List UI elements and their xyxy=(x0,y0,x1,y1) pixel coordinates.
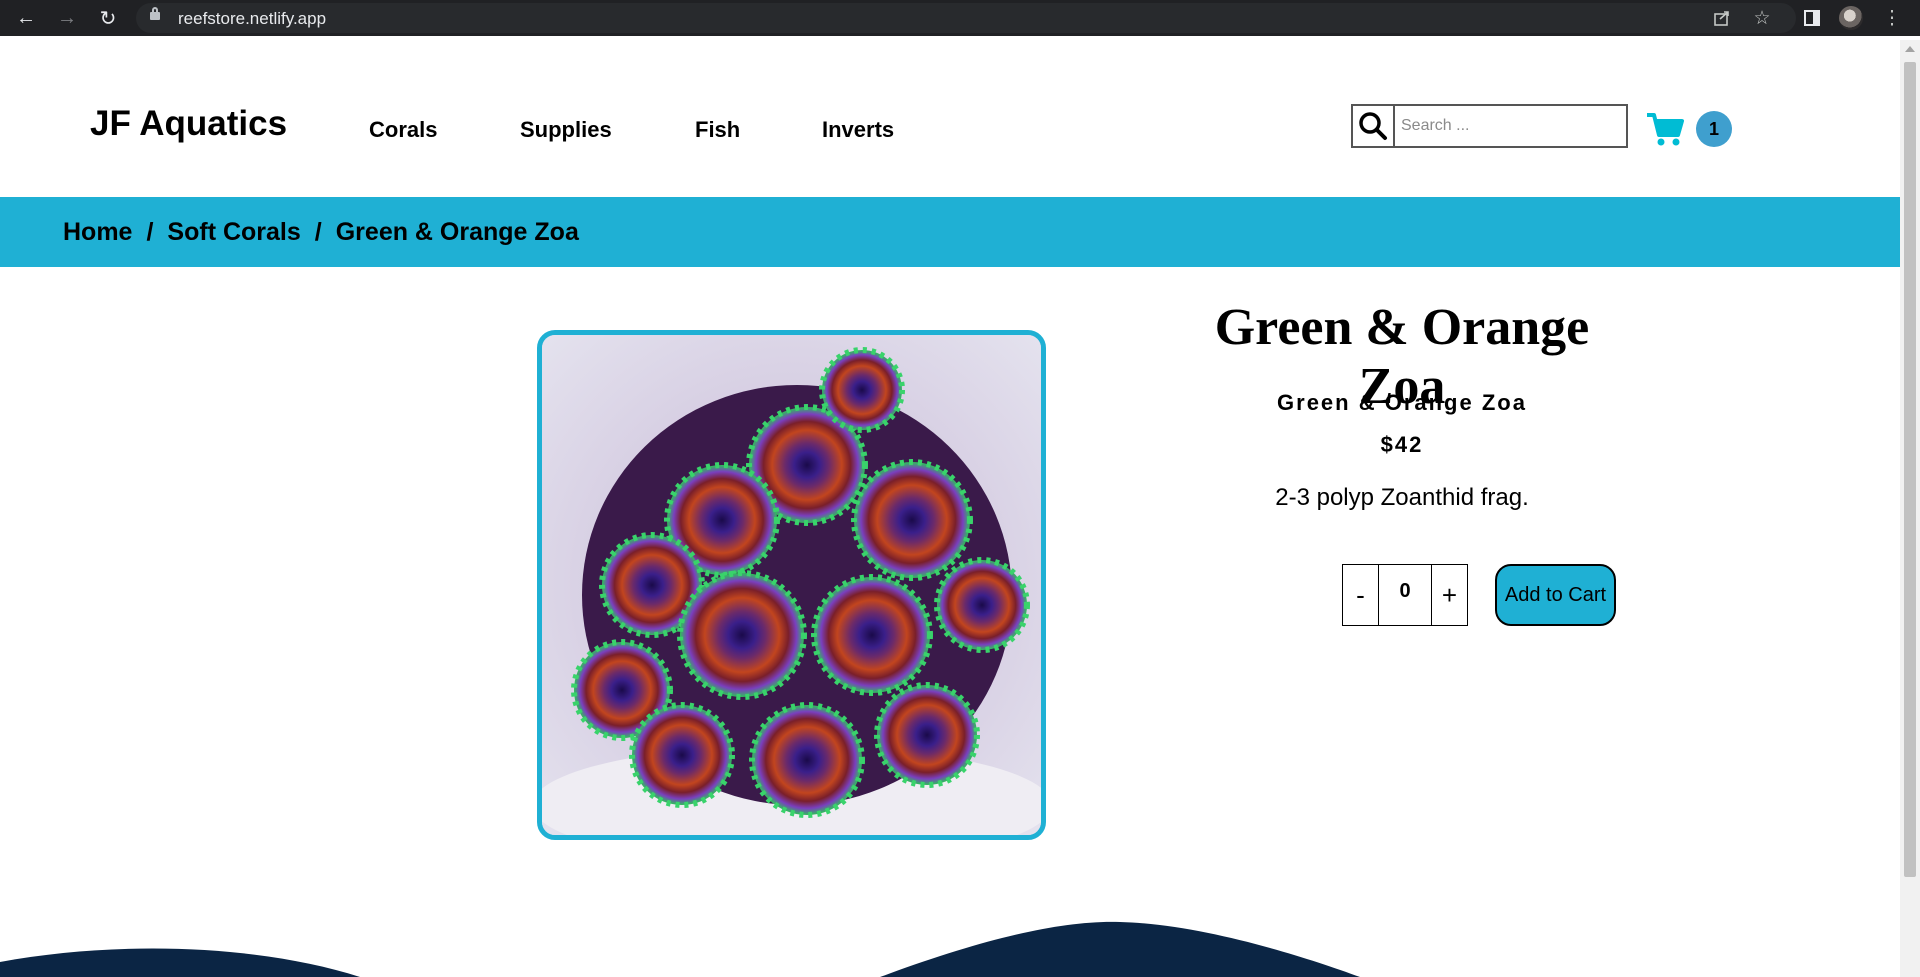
add-to-cart-button[interactable]: Add to Cart xyxy=(1495,564,1616,626)
quantity-value[interactable]: 0 xyxy=(1379,564,1431,626)
nav-link-corals[interactable]: Corals xyxy=(369,117,437,143)
nav-link-inverts[interactable]: Inverts xyxy=(822,117,894,143)
lock-icon[interactable] xyxy=(150,7,160,20)
page-scrollbar[interactable] xyxy=(1900,40,1920,977)
share-icon[interactable] xyxy=(1704,0,1740,36)
avatar[interactable] xyxy=(1839,6,1863,30)
cart-icon[interactable] xyxy=(1645,110,1685,153)
increment-button[interactable]: + xyxy=(1431,564,1468,626)
breadcrumb-separator: / xyxy=(314,217,322,246)
product-price: $42 xyxy=(1380,432,1424,457)
search-box xyxy=(1351,104,1628,148)
side-panel-icon[interactable] xyxy=(1794,0,1830,36)
browser-toolbar: ← → ↻ reefstore.netlify.app ☆ ⋮ xyxy=(0,0,1920,36)
breadcrumb-bar: Home / Soft Corals / Green & Orange Zoa xyxy=(0,197,1900,267)
scrollbar-thumb[interactable] xyxy=(1904,62,1916,877)
decrement-button[interactable]: - xyxy=(1342,564,1379,626)
search-icon xyxy=(1359,112,1387,140)
breadcrumb: Home / Soft Corals / Green & Orange Zoa xyxy=(63,218,579,247)
star-icon[interactable]: ☆ xyxy=(1744,0,1780,36)
search-button[interactable] xyxy=(1353,106,1395,146)
kebab-menu-icon[interactable]: ⋮ xyxy=(1874,0,1910,36)
url-text[interactable]: reefstore.netlify.app xyxy=(178,9,326,29)
breadcrumb-soft-corals[interactable]: Soft Corals xyxy=(167,218,300,247)
nav-link-supplies[interactable]: Supplies xyxy=(520,117,612,143)
address-bar[interactable]: reefstore.netlify.app xyxy=(136,3,1796,33)
footer-wave xyxy=(0,921,1360,977)
back-arrow-icon[interactable]: ← xyxy=(8,0,44,36)
search-input[interactable] xyxy=(1395,106,1626,146)
product-description: 2-3 polyp Zoanthid frag. xyxy=(1275,484,1529,511)
breadcrumb-current: Green & Orange Zoa xyxy=(335,217,579,246)
cart-count-badge[interactable]: 1 xyxy=(1696,111,1732,147)
reload-icon[interactable]: ↻ xyxy=(90,0,126,36)
scroll-up-icon[interactable] xyxy=(1905,46,1915,52)
product-subtitle: Green & Orange Zoa xyxy=(1277,390,1527,415)
nav-link-fish[interactable]: Fish xyxy=(695,117,740,143)
quantity-stepper: - 0 + xyxy=(1342,564,1468,626)
breadcrumb-separator: / xyxy=(146,217,154,246)
product-image xyxy=(537,330,1046,840)
site-logo[interactable]: JF Aquatics xyxy=(90,104,287,144)
forward-arrow-icon[interactable]: → xyxy=(49,0,85,36)
breadcrumb-home[interactable]: Home xyxy=(63,218,132,247)
